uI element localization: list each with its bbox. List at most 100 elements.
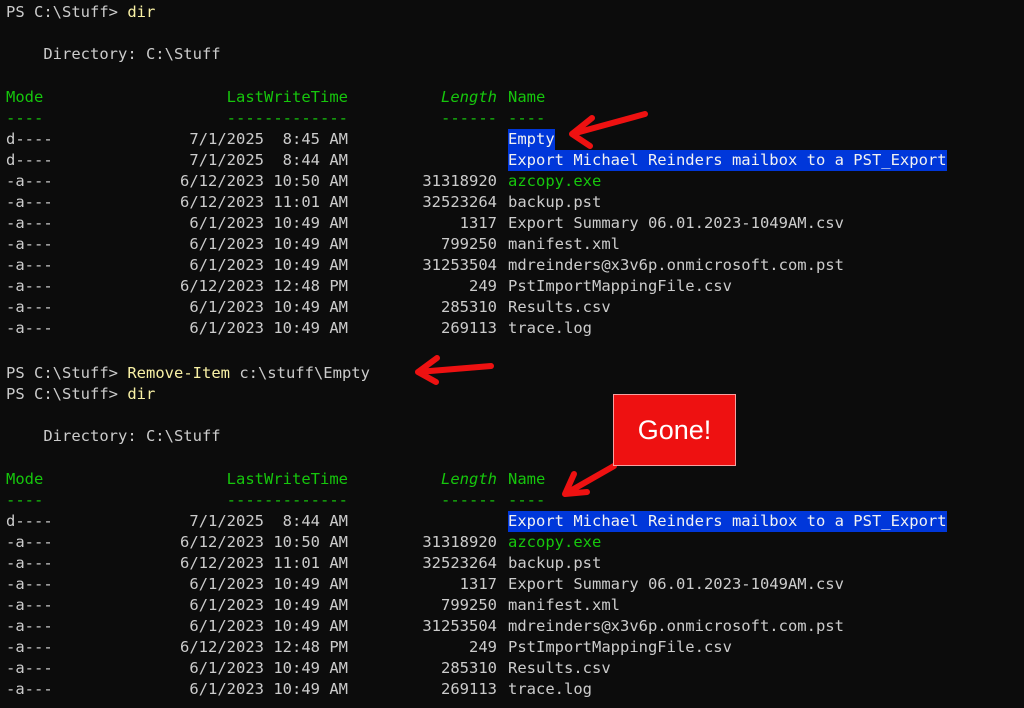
list-item: d---- 7/1/2025 8:45 AM Empty <box>0 129 1024 150</box>
mode-cell: d---- <box>6 130 53 148</box>
underline-lastwritetime: ------------- <box>226 491 348 509</box>
list-item: -a--- 6/12/2023 11:01 AM 32523264 backup.ps… <box>0 192 1024 213</box>
list-item: -a--- 6/1/2023 10:49 AM 269113 trace.log <box>0 679 1024 700</box>
mode-cell: d---- <box>6 151 53 169</box>
length-cell: 31318920 <box>422 533 497 551</box>
name-cell: PstImportMappingFile.csv <box>508 277 732 295</box>
mode-cell: -a--- <box>6 659 53 677</box>
length-cell: 285310 <box>441 298 497 316</box>
lastwritetime-cell: 6/1/2023 10:49 AM <box>189 235 348 253</box>
length-cell: 1317 <box>459 575 497 593</box>
name-cell: PstImportMappingFile.csv <box>508 638 732 656</box>
command-text: dir <box>127 3 156 21</box>
list-item: -a--- 6/12/2023 12:48 PM 249 PstImportMappi… <box>0 276 1024 297</box>
length-cell: 269113 <box>441 319 497 337</box>
mode-cell: -a--- <box>6 193 53 211</box>
name-cell: Export Michael Reinders mailbox to a PST… <box>508 511 947 532</box>
mode-cell: -a--- <box>6 533 53 551</box>
lastwritetime-cell: 6/12/2023 11:01 AM <box>180 554 348 572</box>
length-cell: 31253504 <box>422 617 497 635</box>
length-cell: 31318920 <box>422 172 497 190</box>
mode-cell: -a--- <box>6 172 53 190</box>
lastwritetime-cell: 6/1/2023 10:49 AM <box>189 659 348 677</box>
list-item: -a--- 6/1/2023 10:49 AM 285310 Results.csv <box>0 297 1024 318</box>
gone-callout: Gone! <box>613 394 736 466</box>
listing-underline-2: ---- ------------- ------ ---- <box>0 490 1024 511</box>
list-item: -a--- 6/1/2023 10:49 AM 31253504 mdreinders… <box>0 616 1024 637</box>
underline-mode: ---- <box>6 109 44 127</box>
list-item: -a--- 6/1/2023 10:49 AM 269113 trace.log <box>0 318 1024 339</box>
list-item: d---- 7/1/2025 8:44 AM Export Michael Rein… <box>0 150 1024 171</box>
underline-mode: ---- <box>6 491 44 509</box>
list-item: -a--- 6/1/2023 10:49 AM 285310 Results.csv <box>0 658 1024 679</box>
listing-header-1: Mode LastWriteTime Length Name <box>0 87 1024 108</box>
mode-cell: -a--- <box>6 319 53 337</box>
lastwritetime-cell: 7/1/2025 8:44 AM <box>189 151 348 169</box>
list-item: -a--- 6/1/2023 10:49 AM 31253504 mdreinders… <box>0 255 1024 276</box>
mode-cell: -a--- <box>6 575 53 593</box>
command-text: dir <box>127 385 156 403</box>
command-argument: c:\stuff\Empty <box>229 364 370 382</box>
length-cell: 799250 <box>441 235 497 253</box>
name-cell: Results.csv <box>508 298 611 316</box>
name-cell: azcopy.exe <box>508 533 602 551</box>
powershell-terminal[interactable]: PS C:\Stuff> dir Directory: C:\Stuff Mod… <box>0 0 1024 708</box>
mode-cell: -a--- <box>6 596 53 614</box>
name-cell: mdreinders@x3v6p.onmicrosoft.com.pst <box>508 256 844 274</box>
directory-heading-1: Directory: C:\Stuff <box>6 45 221 63</box>
mode-cell: -a--- <box>6 214 53 232</box>
mode-cell: -a--- <box>6 638 53 656</box>
length-cell: 799250 <box>441 596 497 614</box>
header-lastwritetime: LastWriteTime <box>226 470 348 488</box>
listing-underline-1: ---- ------------- ------ ---- <box>0 108 1024 129</box>
lastwritetime-cell: 6/12/2023 12:48 PM <box>180 638 348 656</box>
length-cell: 249 <box>469 638 497 656</box>
lastwritetime-cell: 6/1/2023 10:49 AM <box>189 319 348 337</box>
underline-name: ---- <box>508 109 546 127</box>
lastwritetime-cell: 6/1/2023 10:49 AM <box>189 596 348 614</box>
name-cell: Results.csv <box>508 659 611 677</box>
name-cell: Export Summary 06.01.2023-1049AM.csv <box>508 575 844 593</box>
mode-cell: -a--- <box>6 680 53 698</box>
prompt-line-dir-2: PS C:\Stuff> dir <box>6 384 155 405</box>
name-cell: Export Summary 06.01.2023-1049AM.csv <box>508 214 844 232</box>
lastwritetime-cell: 6/1/2023 10:49 AM <box>189 214 348 232</box>
prompt-line-dir-1: PS C:\Stuff> dir <box>6 2 155 23</box>
length-cell: 32523264 <box>422 193 497 211</box>
lastwritetime-cell: 6/1/2023 10:49 AM <box>189 680 348 698</box>
list-item: -a--- 6/12/2023 10:50 AM 31318920 azcopy.ex… <box>0 171 1024 192</box>
name-cell: backup.pst <box>508 193 602 211</box>
header-mode: Mode <box>6 88 44 106</box>
mode-cell: -a--- <box>6 256 53 274</box>
mode-cell: d---- <box>6 512 53 530</box>
prompt-line-remove-item: PS C:\Stuff> Remove-Item c:\stuff\Empty <box>6 363 370 384</box>
prompt-text: PS C:\Stuff> <box>6 385 128 403</box>
header-lastwritetime: LastWriteTime <box>226 88 348 106</box>
length-cell: 32523264 <box>422 554 497 572</box>
listing-header-2: Mode LastWriteTime Length Name <box>0 469 1024 490</box>
list-item: d---- 7/1/2025 8:44 AM Export Michael Rein… <box>0 511 1024 532</box>
list-item: -a--- 6/1/2023 10:49 AM 1317 Export Summary… <box>0 574 1024 595</box>
name-cell: mdreinders@x3v6p.onmicrosoft.com.pst <box>508 617 844 635</box>
length-cell: 269113 <box>441 680 497 698</box>
header-name: Name <box>508 88 546 106</box>
lastwritetime-cell: 6/1/2023 10:49 AM <box>189 256 348 274</box>
name-cell: trace.log <box>508 680 592 698</box>
command-text: Remove-Item <box>127 364 230 382</box>
underline-name: ---- <box>508 491 546 509</box>
list-item: -a--- 6/1/2023 10:49 AM 799250 manifest.xml <box>0 595 1024 616</box>
length-cell: 1317 <box>459 214 497 232</box>
header-mode: Mode <box>6 470 44 488</box>
mode-cell: -a--- <box>6 617 53 635</box>
underline-length: ------ <box>441 491 497 509</box>
prompt-text: PS C:\Stuff> <box>6 3 128 21</box>
mode-cell: -a--- <box>6 554 53 572</box>
underline-length: ------ <box>441 109 497 127</box>
name-cell: Export Michael Reinders mailbox to a PST… <box>508 150 947 171</box>
length-cell: 285310 <box>441 659 497 677</box>
list-item: -a--- 6/12/2023 11:01 AM 32523264 backup.ps… <box>0 553 1024 574</box>
length-cell: 31253504 <box>422 256 497 274</box>
underline-lastwritetime: ------------- <box>226 109 348 127</box>
list-item: -a--- 6/12/2023 10:50 AM 31318920 azcopy.ex… <box>0 532 1024 553</box>
name-cell: azcopy.exe <box>508 172 602 190</box>
